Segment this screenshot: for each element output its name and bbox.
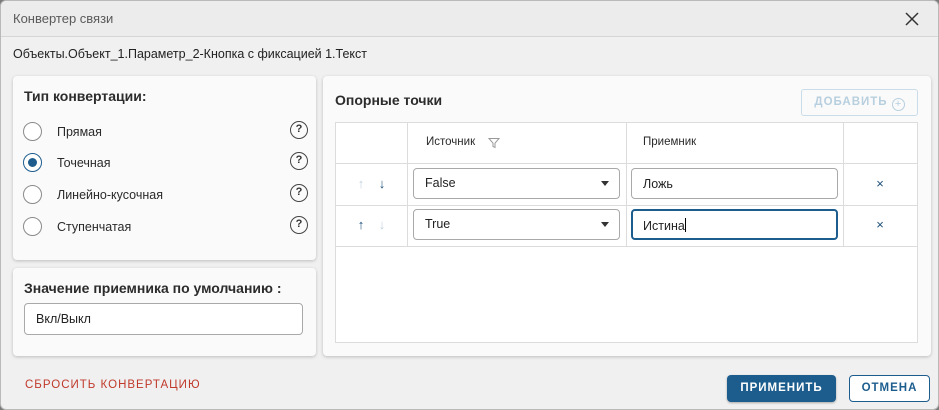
column-header-source[interactable]: Источник: [426, 123, 475, 163]
conversion-type-title: Тип конвертации:: [24, 88, 147, 104]
apply-button[interactable]: ПРИМЕНИТЬ: [727, 375, 836, 402]
filter-icon[interactable]: [487, 136, 501, 149]
radio-label: Прямая: [57, 125, 102, 139]
binding-path: Объекты.Объект_1.Параметр_2-Кнопка с фик…: [13, 47, 367, 61]
source-select-value: True: [425, 217, 451, 231]
cancel-button[interactable]: ОТМЕНА: [849, 375, 930, 402]
table-divider: [336, 163, 917, 164]
title-bar: Конвертер связи: [1, 1, 938, 37]
default-value-panel: Значение приемника по умолчанию : Вкл/Вы…: [13, 268, 316, 356]
default-value-title: Значение приемника по умолчанию :: [24, 280, 282, 296]
radio-button[interactable]: [23, 122, 42, 141]
dropdown-arrow-icon: [601, 181, 609, 186]
table-divider: [336, 246, 917, 247]
move-up-icon: ↑: [357, 176, 365, 191]
column-header-target[interactable]: Приемник: [643, 123, 696, 163]
radio-label: Точечная: [57, 156, 111, 170]
move-down-icon: ↓: [378, 217, 386, 232]
add-point-label: ДОБАВИТЬ: [814, 96, 888, 108]
dialog-title: Конвертер связи: [13, 11, 114, 26]
source-select-value: False: [425, 176, 456, 190]
delete-row-icon[interactable]: ×: [873, 218, 887, 232]
table-divider: [626, 123, 627, 247]
source-select[interactable]: True: [413, 209, 620, 240]
radio-label: Ступенчатая: [57, 220, 132, 234]
conversion-type-panel: Тип конвертации: Прямая ? Точечная ? Лин…: [13, 76, 316, 260]
add-circle-icon: +: [891, 98, 905, 111]
radio-option-step[interactable]: Ступенчатая ?: [23, 215, 308, 239]
help-icon[interactable]: ?: [290, 184, 308, 202]
move-down-icon[interactable]: ↓: [376, 177, 388, 191]
move-up-icon[interactable]: ↑: [355, 218, 367, 232]
reference-points-panel: Опорные точки ДОБАВИТЬ + Источник Приемни…: [323, 76, 931, 356]
target-input-value: Истина: [643, 219, 685, 233]
radio-button[interactable]: [23, 185, 42, 204]
help-icon[interactable]: ?: [290, 216, 308, 234]
table-divider: [336, 205, 917, 206]
help-icon[interactable]: ?: [290, 152, 308, 170]
help-icon[interactable]: ?: [290, 121, 308, 139]
table-divider: [843, 123, 844, 247]
source-select[interactable]: False: [413, 168, 620, 199]
radio-option-point[interactable]: Точечная ?: [23, 151, 308, 175]
converter-dialog: Конвертер связи Объекты.Объект_1.Парамет…: [0, 0, 939, 410]
target-input[interactable]: Ложь: [631, 168, 838, 199]
reference-points-title: Опорные точки: [335, 92, 443, 108]
delete-row-icon[interactable]: ×: [873, 177, 887, 191]
radio-label: Линейно-кусочная: [57, 188, 163, 202]
table-divider: [407, 123, 408, 247]
add-point-button[interactable]: ДОБАВИТЬ +: [801, 89, 918, 116]
radio-option-piecewise-linear[interactable]: Линейно-кусочная ?: [23, 183, 308, 207]
dropdown-arrow-icon: [601, 222, 609, 227]
reset-conversion-link[interactable]: СБРОСИТЬ КОНВЕРТАЦИЮ: [25, 379, 201, 391]
radio-button[interactable]: [23, 217, 42, 236]
radio-button-checked[interactable]: [23, 153, 42, 172]
text-caret: [684, 218, 686, 232]
target-input-focused[interactable]: Истина: [631, 209, 838, 240]
default-value-input[interactable]: Вкл/Выкл: [24, 303, 303, 335]
close-icon[interactable]: [900, 7, 924, 31]
radio-option-direct[interactable]: Прямая ?: [23, 120, 308, 144]
points-table: Источник Приемник ↑ ↓ False Ложь × ↑ ↓ T…: [335, 122, 918, 343]
